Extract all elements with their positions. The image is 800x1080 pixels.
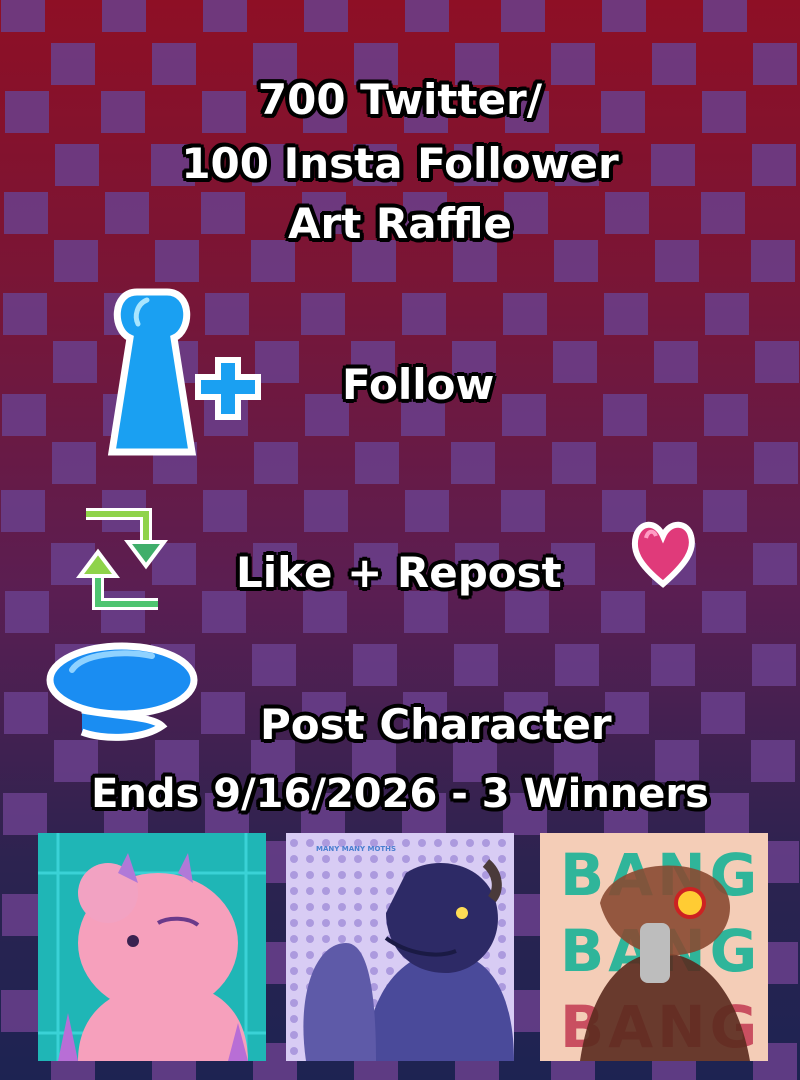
ends-line: Ends 9/16/2026 - 3 Winners bbox=[91, 771, 709, 817]
art-thumbnail-bang-character: BANG BANG BANG bbox=[540, 833, 768, 1061]
art-thumbnail-pink-bear bbox=[38, 833, 266, 1061]
title-line-1: 700 Twitter/ bbox=[257, 75, 543, 124]
art-thumbnail-purple-character: MANY MANY MOTHS bbox=[286, 833, 514, 1061]
heart-icon bbox=[628, 514, 698, 594]
title-line-3: Art Raffle bbox=[288, 199, 512, 248]
step-like-repost: Like + Repost bbox=[236, 548, 562, 597]
title-line-2: 100 Insta Follower bbox=[181, 139, 619, 188]
follow-person-icon bbox=[82, 272, 282, 476]
repost-arrows-icon bbox=[62, 504, 182, 618]
step-follow: Follow bbox=[342, 360, 495, 409]
watermark: MANY MANY MOTHS bbox=[316, 845, 396, 853]
step-post-character: Post Character bbox=[260, 700, 612, 749]
speech-bubble-icon bbox=[42, 640, 202, 754]
